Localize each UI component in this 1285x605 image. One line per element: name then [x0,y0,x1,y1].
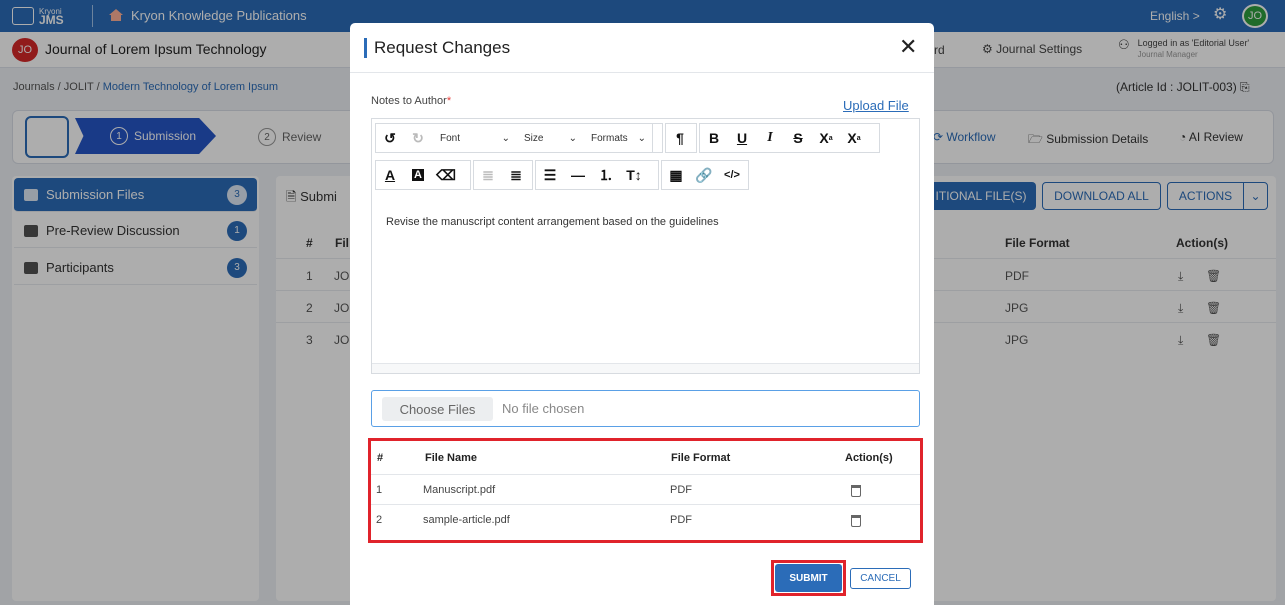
cell-file-name[interactable]: Manuscript.pdf [423,484,495,496]
horizontal-rule-icon[interactable]: — [564,161,592,189]
align-left-icon[interactable]: ☰ [536,161,564,189]
font-dropdown[interactable]: Font ⌄ [432,124,516,152]
ordered-list-icon[interactable]: ⒈ [592,161,620,189]
toolbar-group-color: A A ⌫ [375,160,471,190]
bold-icon[interactable]: B [700,124,728,152]
underline-icon[interactable]: U [728,124,756,152]
chevron-down-icon: ⌄ [501,132,510,144]
col-file-name: File Name [425,452,477,464]
rich-text-editor: ↺ ↻ Font ⌄ Size ⌄ Formats ⌄ ¶ B U I S Xa Xa… [371,118,920,374]
toolbar-group-indent: ≣ ≣ [473,160,533,190]
required-marker: * [446,95,452,107]
formats-dropdown[interactable]: Formats ⌄ [583,124,653,152]
italic-icon[interactable]: I [756,124,784,152]
no-file-chosen-text: No file chosen [502,401,585,416]
outdent-icon[interactable]: ≣ [474,161,502,189]
toolbar-group-insert: ▦ 🔗 </> [661,160,749,190]
eraser-icon[interactable]: ⌫ [432,161,460,189]
submit-button[interactable]: SUBMIT [775,564,842,592]
modal-title: Request Changes [374,38,511,57]
table-row: 2 sample-article.pdf PDF [371,504,920,534]
col-num: # [377,452,384,464]
redo-icon[interactable]: ↻ [404,124,432,152]
modal-header: Request Changes ✕ [350,23,934,73]
cell-num: 2 [376,514,383,526]
attached-files-table: # File Name File Format Action(s) 1 Manu… [368,438,923,543]
toolbar-group-align: ☰ — ⒈ T↕ [535,160,659,190]
editor-content[interactable]: Revise the manuscript content arrangemen… [386,216,719,228]
chevron-down-icon: ⌄ [568,132,577,144]
trash-icon[interactable] [851,515,861,527]
choose-files-button[interactable]: Choose Files [382,397,493,421]
size-dropdown[interactable]: Size ⌄ [516,124,583,152]
file-input[interactable]: Choose Files No file chosen [371,390,920,427]
close-icon[interactable]: ✕ [899,35,917,59]
line-height-icon[interactable]: T↕ [620,161,648,189]
subscript-icon[interactable]: Xa [812,124,840,152]
title-accent-bar [364,38,367,58]
code-view-icon[interactable]: </> [718,161,746,189]
table-row: 1 Manuscript.pdf PDF [371,474,920,504]
upload-file-link[interactable]: Upload File [843,98,909,113]
table-icon[interactable]: ▦ [662,161,690,189]
col-file-format: File Format [671,452,731,464]
toolbar-group-history-format: ↺ ↻ Font ⌄ Size ⌄ Formats ⌄ [375,123,663,153]
strikethrough-icon[interactable]: S [784,124,812,152]
cell-file-format: PDF [670,484,692,496]
font-color-icon[interactable]: A [376,161,404,189]
superscript-icon[interactable]: Xa [840,124,868,152]
toolbar-group-paragraph: ¶ [665,123,697,153]
link-icon[interactable]: 🔗 [690,161,718,189]
cell-num: 1 [376,484,383,496]
undo-icon[interactable]: ↺ [376,124,404,152]
editor-resize-bar[interactable] [372,363,919,373]
highlight-color-icon[interactable]: A [404,161,432,189]
toolbar-group-text-style: B U I S Xa Xa [699,123,880,153]
chevron-down-icon: ⌄ [637,132,646,144]
trash-icon[interactable] [851,485,861,497]
cell-file-name[interactable]: sample-article.pdf [423,514,510,526]
paragraph-icon[interactable]: ¶ [666,124,694,152]
request-changes-modal: Request Changes ✕ Notes to Author* Uploa… [350,23,934,605]
indent-icon[interactable]: ≣ [502,161,530,189]
notes-label: Notes to Author* [371,95,452,107]
cancel-button[interactable]: CANCEL [850,568,911,589]
cell-file-format: PDF [670,514,692,526]
col-actions: Action(s) [845,452,893,464]
